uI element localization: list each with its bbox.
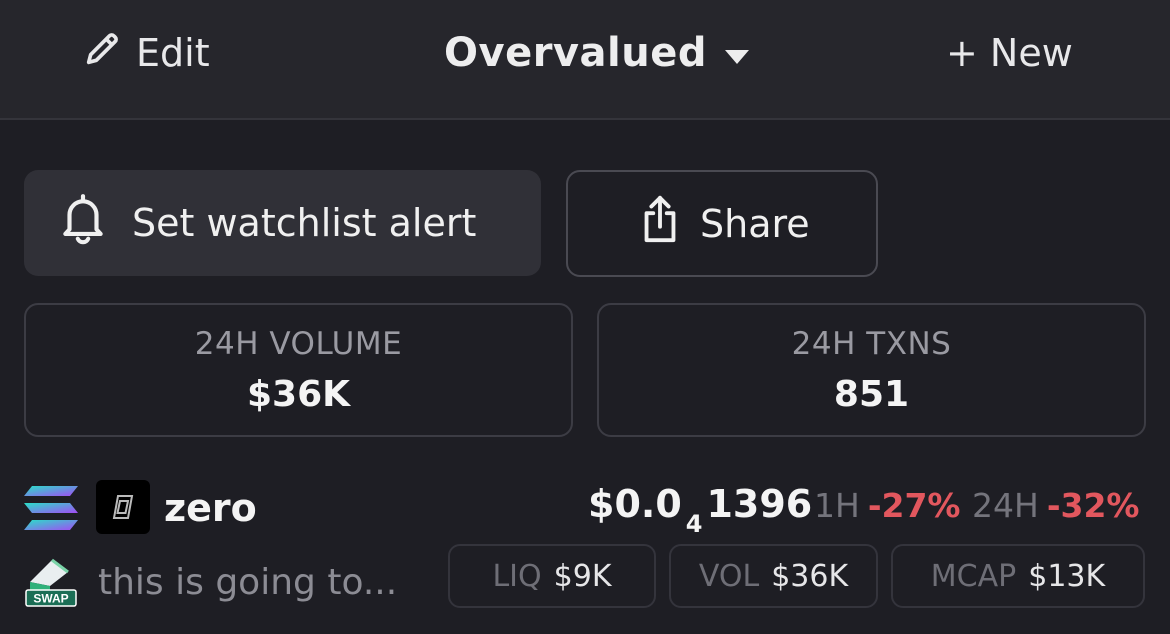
stat-label: 24H TXNS	[791, 325, 952, 362]
dex-badge-label: SWAP	[33, 592, 68, 606]
price-digits: 1396	[706, 482, 813, 526]
watchlist-name: Overvalued	[444, 30, 707, 76]
new-label: + New	[946, 31, 1073, 75]
stat-card-volume: 24H VOLUME $36K	[24, 303, 573, 437]
share-icon	[640, 194, 680, 253]
vol-label: VOL	[698, 558, 760, 594]
vol-value: $36K	[771, 558, 849, 594]
liq-value: $9K	[553, 558, 612, 594]
stat-value: $36K	[246, 373, 351, 415]
watchlist-selector[interactable]: Overvalued	[444, 28, 751, 78]
mcap-label: MCAP	[930, 558, 1017, 594]
change-1h-value: -27%	[867, 486, 961, 525]
token-name: zero	[164, 486, 257, 530]
raydium-swap-icon: SWAP	[24, 554, 80, 608]
bell-icon	[58, 192, 108, 255]
top-bar: Edit Overvalued + New	[0, 0, 1170, 120]
change-1h: 1H -27%	[814, 486, 961, 525]
solana-icon	[24, 486, 78, 530]
set-watchlist-alert-button[interactable]: Set watchlist alert	[24, 170, 541, 276]
price-zeros: 4	[685, 509, 703, 538]
edit-label: Edit	[136, 31, 210, 75]
change-24h-label: 24H	[972, 486, 1039, 525]
token-description: this is going to...	[98, 562, 398, 603]
stat-card-txns: 24H TXNS 851	[597, 303, 1146, 437]
liquidity-chip: LIQ $9K	[448, 544, 656, 608]
share-button[interactable]: Share	[566, 170, 878, 277]
change-1h-label: 1H	[814, 486, 860, 525]
stat-label: 24H VOLUME	[194, 325, 403, 362]
pencil-icon	[82, 29, 122, 78]
stat-value: 851	[833, 373, 910, 415]
change-24h: 24H -32%	[972, 486, 1140, 525]
token-detail-row: SWAP this is going to... LIQ $9K VOL $36…	[24, 544, 1154, 614]
volume-chip: VOL $36K	[669, 544, 878, 608]
token-price: $0.0 4 1396	[588, 482, 813, 538]
liq-label: LIQ	[492, 558, 542, 594]
new-watchlist-button[interactable]: + New	[946, 30, 1073, 76]
change-24h-value: -32%	[1046, 486, 1140, 525]
price-prefix: $0.0	[588, 482, 682, 526]
alert-label: Set watchlist alert	[132, 201, 477, 245]
token-row[interactable]: zero $0.0 4 1396 1H -27% 24H -32%	[24, 480, 1154, 538]
caret-down-icon	[723, 30, 751, 76]
market-cap-chip: MCAP $13K	[891, 544, 1145, 608]
token-logo-icon	[96, 480, 150, 534]
edit-button[interactable]: Edit	[82, 30, 210, 76]
share-label: Share	[700, 201, 810, 246]
mcap-value: $13K	[1028, 558, 1106, 594]
